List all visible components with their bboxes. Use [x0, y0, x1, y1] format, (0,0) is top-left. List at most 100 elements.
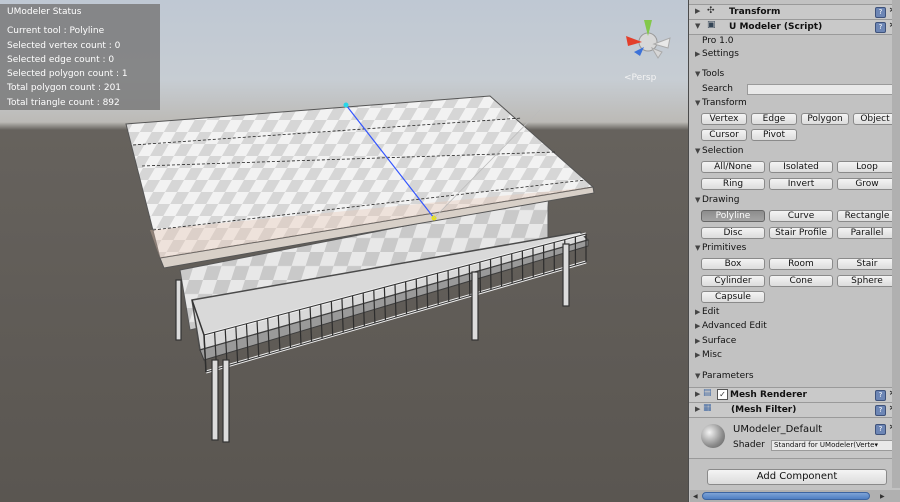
material-preview-sphere: [701, 424, 725, 448]
fold-arrow-icon[interactable]: ▶: [695, 50, 700, 58]
vertex-button[interactable]: Vertex: [701, 113, 747, 125]
isolated-button[interactable]: Isolated: [769, 161, 833, 173]
orientation-gizmo-icon[interactable]: [626, 20, 671, 59]
help-icon[interactable]: ?: [875, 22, 886, 33]
cone-button[interactable]: Cone: [769, 275, 833, 287]
mesh-renderer-enabled-checkbox[interactable]: ✓: [717, 389, 728, 400]
house-model[interactable]: [125, 95, 595, 443]
help-icon[interactable]: ?: [875, 7, 886, 18]
polyline-button[interactable]: Polyline: [701, 210, 765, 222]
railing-baluster: [489, 259, 492, 290]
scroll-right-icon[interactable]: ▶: [880, 493, 885, 500]
settings-label: Settings: [702, 49, 739, 59]
room-button[interactable]: Room: [769, 258, 833, 270]
fold-arrow-icon[interactable]: ▶: [695, 390, 700, 398]
inspector-horizontal-scrollbar[interactable]: ◀ ▶: [690, 490, 900, 502]
projection-label[interactable]: <Persp: [624, 73, 656, 83]
fold-arrow-icon[interactable]: ▶: [695, 351, 700, 359]
polygon-button[interactable]: Polygon: [801, 113, 849, 125]
stair-profile-button[interactable]: Stair Profile: [769, 227, 833, 239]
transform-axes-icon: ✣: [707, 6, 715, 16]
edit-foldout[interactable]: ▶ Edit: [689, 307, 900, 319]
surface-label: Surface: [702, 336, 737, 346]
invert-button[interactable]: Invert: [769, 178, 833, 190]
fold-arrow-icon[interactable]: ▶: [695, 322, 700, 330]
transform-section-label: Transform: [702, 98, 747, 108]
fold-arrow-icon[interactable]: ▶: [695, 405, 700, 413]
fold-arrow-icon[interactable]: ▶: [695, 7, 700, 15]
fold-arrow-icon[interactable]: ▼: [695, 244, 700, 252]
drawing-section-label: Drawing: [702, 195, 740, 205]
curve-button[interactable]: Curve: [769, 210, 833, 222]
inspector-panel: ▶ ✣ Transform ? ✲ ▼ ▣ U Modeler (Script)…: [688, 0, 900, 502]
tools-label: Tools: [702, 69, 725, 79]
umodeler-status-panel: UModeler Status Current tool : Polyline …: [0, 4, 160, 110]
add-component-button[interactable]: Add Component: [707, 469, 887, 485]
primitives-section-foldout[interactable]: ▼ Primitives: [689, 243, 900, 255]
surface-foldout[interactable]: ▶ Surface: [689, 336, 900, 348]
pivot-button[interactable]: Pivot: [751, 129, 797, 141]
mesh-renderer-header[interactable]: ▶ ▤ ✓ Mesh Renderer ? ✲: [689, 387, 900, 403]
fold-arrow-icon[interactable]: ▼: [695, 22, 700, 30]
material-name: UModeler_Default: [733, 424, 823, 435]
status-current-tool: Current tool : Polyline: [7, 26, 105, 37]
shader-dropdown[interactable]: Standard for UModeler(Verte▾: [771, 440, 895, 451]
edge-button[interactable]: Edge: [751, 113, 797, 125]
status-total-polygon-count: Total polygon count : 201: [7, 83, 122, 94]
cursor-button[interactable]: Cursor: [701, 129, 747, 141]
umodeler-script-header[interactable]: ▼ ▣ U Modeler (Script) ? ✲: [689, 19, 900, 35]
misc-label: Misc: [702, 350, 722, 360]
misc-foldout[interactable]: ▶ Misc: [689, 350, 900, 362]
parallel-button[interactable]: Parallel: [837, 227, 897, 239]
mesh-filter-label: (Mesh Filter): [731, 405, 797, 415]
railing-baluster: [468, 264, 471, 296]
scroll-left-icon[interactable]: ◀: [693, 493, 698, 500]
stair-button[interactable]: Stair: [837, 258, 897, 270]
scene-view[interactable]: UModeler Status Current tool : Polyline …: [0, 0, 688, 502]
mesh-renderer-label: Mesh Renderer: [730, 390, 807, 400]
fold-arrow-icon[interactable]: ▼: [695, 196, 700, 204]
status-selected-polygon-count: Selected polygon count : 1: [7, 69, 128, 80]
selection-section-foldout[interactable]: ▼ Selection: [689, 146, 900, 158]
drawing-section-foldout[interactable]: ▼ Drawing: [689, 195, 900, 207]
search-input[interactable]: [747, 84, 895, 95]
fold-arrow-icon[interactable]: ▼: [695, 372, 700, 380]
advanced-edit-foldout[interactable]: ▶ Advanced Edit: [689, 321, 900, 333]
rectangle-button[interactable]: Rectangle: [837, 210, 897, 222]
mesh-filter-icon: ▦: [703, 403, 712, 413]
cylinder-button[interactable]: Cylinder: [701, 275, 765, 287]
ring-button[interactable]: Ring: [701, 178, 765, 190]
help-icon[interactable]: ?: [875, 405, 886, 416]
script-header-label: U Modeler (Script): [729, 22, 823, 32]
fold-arrow-icon[interactable]: ▶: [695, 308, 700, 316]
scrollbar-thumb[interactable]: [702, 492, 870, 500]
fold-arrow-icon[interactable]: ▶: [695, 337, 700, 345]
object-button[interactable]: Object: [853, 113, 897, 125]
capsule-button[interactable]: Capsule: [701, 291, 765, 303]
fold-arrow-icon[interactable]: ▼: [695, 99, 700, 107]
transform-section-foldout[interactable]: ▼ Transform: [689, 98, 900, 110]
railing-baluster: [458, 267, 460, 299]
fold-arrow-icon[interactable]: ▼: [695, 147, 700, 155]
loop-button[interactable]: Loop: [837, 161, 897, 173]
settings-foldout[interactable]: ▶ Settings: [689, 49, 900, 61]
status-selected-vertex-count: Selected vertex count : 0: [7, 40, 121, 51]
inspector-vertical-scrollbar[interactable]: [892, 0, 900, 488]
box-button[interactable]: Box: [701, 258, 765, 270]
sphere-button[interactable]: Sphere: [837, 275, 897, 287]
help-icon[interactable]: ?: [875, 424, 886, 435]
tools-foldout[interactable]: ▼ Tools: [689, 69, 900, 81]
transform-component-header[interactable]: ▶ ✣ Transform ? ✲: [689, 4, 900, 20]
parameters-foldout[interactable]: ▼ Parameters: [689, 371, 900, 383]
advanced-edit-label: Advanced Edit: [702, 321, 767, 331]
railing-baluster: [436, 273, 439, 305]
version-label: Pro 1.0: [702, 36, 734, 46]
selection-section-label: Selection: [702, 146, 744, 156]
fold-arrow-icon[interactable]: ▼: [695, 70, 700, 78]
disc-button[interactable]: Disc: [701, 227, 765, 239]
help-icon[interactable]: ?: [875, 390, 886, 401]
grow-button[interactable]: Grow: [837, 178, 897, 190]
edit-label: Edit: [702, 307, 720, 317]
all-none-button[interactable]: All/None: [701, 161, 765, 173]
mesh-filter-header[interactable]: ▶ ▦ (Mesh Filter) ? ✲: [689, 402, 900, 418]
